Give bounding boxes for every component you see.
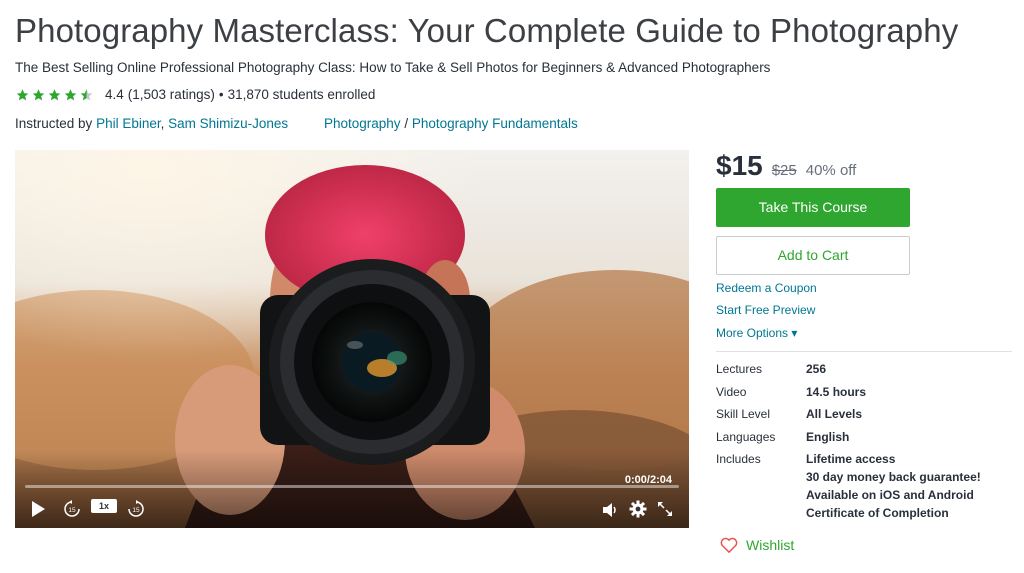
detail-value: English bbox=[806, 429, 850, 444]
bullet-separator: • bbox=[218, 87, 224, 102]
rating-row: 4.4 (1,503 ratings) • 31,870 students en… bbox=[15, 87, 379, 102]
students-enrolled: 31,870 students enrolled bbox=[227, 87, 376, 102]
take-course-button[interactable]: Take This Course bbox=[716, 188, 910, 227]
redeem-coupon-link[interactable]: Redeem a Coupon bbox=[716, 281, 817, 295]
detail-row-skill: Skill Level All Levels bbox=[716, 407, 981, 430]
price-row: $15 $25 40% off bbox=[716, 150, 856, 182]
discount-label: 40% off bbox=[805, 162, 857, 179]
more-options-link[interactable]: More Options ▾ bbox=[716, 326, 797, 340]
detail-value: 14.5 hours bbox=[806, 384, 867, 399]
detail-label: Lectures bbox=[716, 362, 763, 376]
detail-row-lectures: Lectures 256 bbox=[716, 362, 981, 385]
instructor-link[interactable]: Phil Ebiner bbox=[96, 116, 161, 131]
breadcrumb-category[interactable]: Photography bbox=[324, 116, 401, 131]
detail-label: Languages bbox=[716, 429, 776, 444]
instructed-by-label: Instructed by bbox=[15, 116, 93, 131]
detail-label: Includes bbox=[716, 452, 761, 466]
include-item: Lifetime access bbox=[806, 452, 896, 466]
detail-value: All Levels bbox=[806, 407, 863, 421]
video-player[interactable]: 0:00/2:04 15 1x 15 bbox=[15, 150, 689, 528]
detail-row-video: Video 14.5 hours bbox=[716, 385, 981, 408]
star-icon bbox=[48, 88, 61, 100]
instructor-link[interactable]: Sam Shimizu-Jones bbox=[168, 116, 288, 131]
include-item: Certificate of Completion bbox=[806, 506, 949, 520]
wishlist-label: Wishlist bbox=[746, 537, 795, 553]
speed-selector[interactable]: 1x bbox=[91, 499, 117, 513]
detail-row-includes: Includes Lifetime access 30 day money ba… bbox=[716, 452, 981, 524]
volume-icon[interactable] bbox=[602, 502, 620, 518]
forward-seconds: 15 bbox=[132, 507, 140, 514]
detail-label: Skill Level bbox=[716, 407, 771, 421]
star-icon bbox=[16, 88, 29, 100]
settings-icon[interactable] bbox=[629, 500, 647, 518]
include-item: 30 day money back guarantee! bbox=[806, 470, 981, 484]
wishlist-button[interactable]: Wishlist bbox=[720, 537, 794, 553]
instructors-line: Instructed by Phil Ebiner, Sam Shimizu-J… bbox=[15, 116, 288, 131]
rating-count: (1,503 ratings) bbox=[127, 87, 215, 102]
rewind-seconds: 15 bbox=[68, 507, 76, 514]
includes-list: Lifetime access 30 day money back guaran… bbox=[806, 452, 981, 524]
breadcrumb-separator: / bbox=[404, 116, 409, 131]
start-preview-link[interactable]: Start Free Preview bbox=[716, 303, 815, 317]
heart-icon bbox=[720, 537, 738, 553]
video-time: 0:00/2:04 bbox=[624, 474, 672, 486]
detail-row-languages: Languages English bbox=[716, 430, 981, 453]
original-price: $25 bbox=[771, 162, 797, 179]
half-star-icon bbox=[80, 88, 93, 100]
video-controls: 15 1x 15 bbox=[15, 492, 689, 528]
star-rating bbox=[15, 88, 95, 102]
rewind-15-icon[interactable]: 15 bbox=[63, 500, 81, 518]
detail-value: 256 bbox=[806, 362, 827, 376]
star-icon bbox=[64, 88, 77, 100]
detail-label: Video bbox=[716, 384, 747, 399]
course-title: Photography Masterclass: Your Complete G… bbox=[15, 12, 959, 49]
progress-bar[interactable] bbox=[25, 485, 679, 488]
rating-value: 4.4 bbox=[105, 87, 124, 102]
course-subtitle: The Best Selling Online Professional Pho… bbox=[15, 60, 771, 75]
divider bbox=[716, 351, 1012, 352]
breadcrumb-subcategory[interactable]: Photography Fundamentals bbox=[412, 116, 578, 131]
breadcrumb: Photography / Photography Fundamentals bbox=[324, 116, 578, 131]
star-icon bbox=[32, 88, 45, 100]
course-details: Lectures 256 Video 14.5 hours Skill Leve… bbox=[716, 362, 981, 524]
forward-15-icon[interactable]: 15 bbox=[127, 500, 145, 518]
preview-image bbox=[15, 150, 689, 528]
include-item: Available on iOS and Android bbox=[806, 488, 974, 502]
fullscreen-icon[interactable] bbox=[656, 500, 674, 518]
current-price: $15 bbox=[716, 150, 763, 181]
play-icon[interactable] bbox=[29, 500, 47, 518]
add-to-cart-button[interactable]: Add to Cart bbox=[716, 236, 910, 275]
instructor-separator: , bbox=[160, 116, 165, 131]
